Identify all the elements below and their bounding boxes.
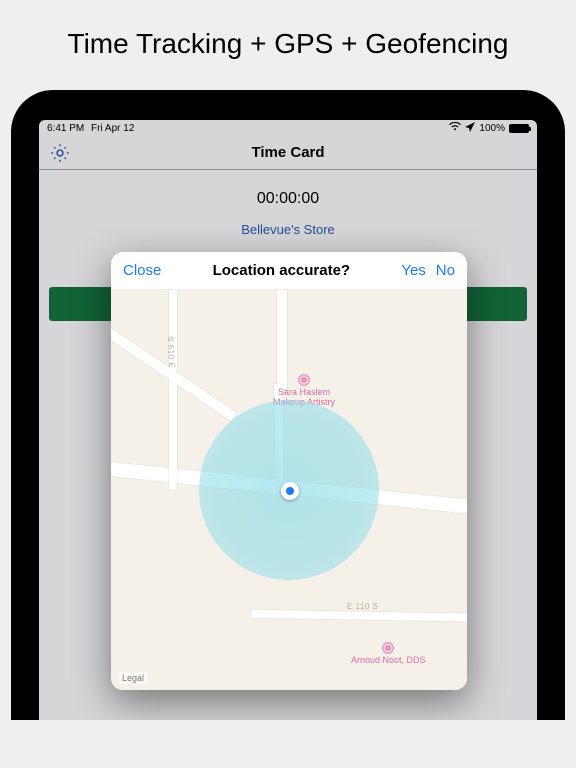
location-arrow-icon [465,122,475,135]
page-content: 00:00:00 Bellevue's Store [39,170,537,237]
wifi-icon [449,122,461,134]
no-button[interactable]: No [436,262,455,279]
modal-title: Location accurate? [213,262,351,279]
location-dot-icon [286,487,294,495]
poi-pin-icon [298,374,310,386]
street-label: E 110 S [347,602,378,611]
gear-icon[interactable] [49,142,71,169]
status-date: Fri Apr 12 [91,123,134,134]
close-button[interactable]: Close [123,262,161,279]
device-screen: 6:41 PM Fri Apr 12 100% [39,120,537,720]
map-poi[interactable]: Arnoud Noot, DDS [351,642,426,666]
poi-pin-icon [382,642,394,654]
modal-header: Close Location accurate? Yes No [111,252,467,290]
marketing-headline: Time Tracking + GPS + Geofencing [0,0,576,90]
device-frame: 6:41 PM Fri Apr 12 100% [11,90,565,720]
battery-percent: 100% [479,123,505,134]
map-view[interactable]: S 610 E E 110 S Sara Haslem Makeup Artis… [111,290,467,690]
map-legal-link[interactable]: Legal [119,672,147,684]
yes-button[interactable]: Yes [401,262,425,279]
street-label: S 610 E [166,336,176,368]
timer-display: 00:00:00 [39,190,537,208]
status-bar: 6:41 PM Fri Apr 12 100% [39,120,537,136]
battery-icon [509,124,529,133]
status-time: 6:41 PM [47,123,84,134]
current-location-marker [281,482,299,500]
store-link[interactable]: Bellevue's Store [39,222,537,237]
nav-title: Time Card [251,144,324,161]
location-modal: Close Location accurate? Yes No S 610 E … [111,252,467,690]
poi-label: Arnoud Noot, DDS [351,656,426,666]
nav-bar: Time Card [39,136,537,170]
map-road [169,290,177,490]
map-road [251,610,467,623]
